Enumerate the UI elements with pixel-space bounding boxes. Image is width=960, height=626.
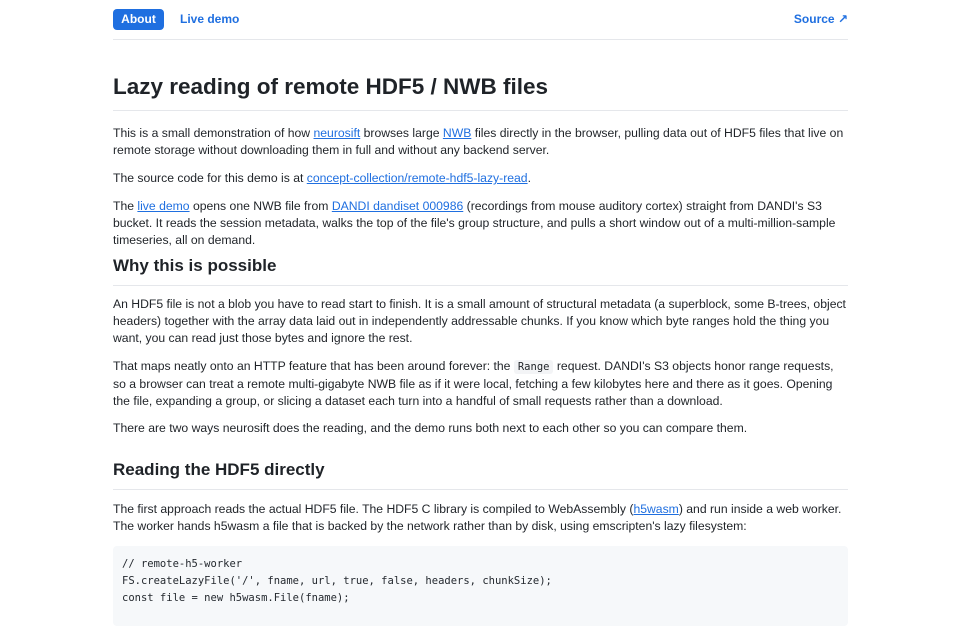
direct-p1-text-1: The first approach reads the actual HDF5… [113,502,634,516]
intro-p1-text-1: This is a small demonstration of how [113,126,314,140]
intro-p1-text-2: browses large [360,126,443,140]
why-p2-text-1: That maps neatly onto an HTTP feature th… [113,359,514,373]
code-line: // remote-h5-worker [122,558,243,570]
code-line: FS.createLazyFile('/', fname, url, true,… [122,575,552,587]
intro-p2-text-2: . [527,171,531,185]
why-paragraph-3: There are two ways neurosift does the re… [113,421,748,435]
nwb-link[interactable]: NWB [443,126,471,140]
code-line: const file = new h5wasm.File(fname); [122,592,350,604]
why-possible-heading: Why this is possible [113,255,848,286]
intro-paragraph-1: This is a small demonstration of how neu… [113,125,848,159]
intro-paragraph-3: The live demo opens one NWB file from DA… [113,198,848,249]
range-code: Range [513,360,554,374]
source-code-link[interactable]: concept-collection/remote-hdf5-lazy-read [307,171,528,185]
h5wasm-link[interactable]: h5wasm [633,502,678,516]
direct-paragraph-1: The first approach reads the actual HDF5… [113,501,848,535]
why-paragraph-1: An HDF5 file is not a blob you have to r… [113,297,846,345]
intro-p3-text-2: opens one NWB file from [189,199,332,213]
about-tab[interactable]: About [113,9,164,30]
code-block: // remote-h5-worker FS.createLazyFile('/'… [113,546,848,626]
source-link[interactable]: Source ↗ [794,9,848,30]
intro-paragraph-2: The source code for this demo is at conc… [113,170,848,187]
live-demo-tab[interactable]: Live demo [180,9,239,30]
top-navigation: About Live demo Source ↗ [113,0,848,40]
reading-hdf5-heading: Reading the HDF5 directly [113,459,848,490]
page-title: Lazy reading of remote HDF5 / NWB files [113,74,848,111]
neurosift-link[interactable]: neurosift [314,126,361,140]
why-paragraph-2: That maps neatly onto an HTTP feature th… [113,358,848,410]
intro-p3-text-1: The [113,199,138,213]
intro-p2-text-1: The source code for this demo is at [113,171,307,185]
live-demo-link[interactable]: live demo [137,199,189,213]
dandiset-link[interactable]: DANDI dandiset 000986 [332,199,463,213]
page-container: About Live demo Source ↗ Lazy reading of… [113,0,848,626]
